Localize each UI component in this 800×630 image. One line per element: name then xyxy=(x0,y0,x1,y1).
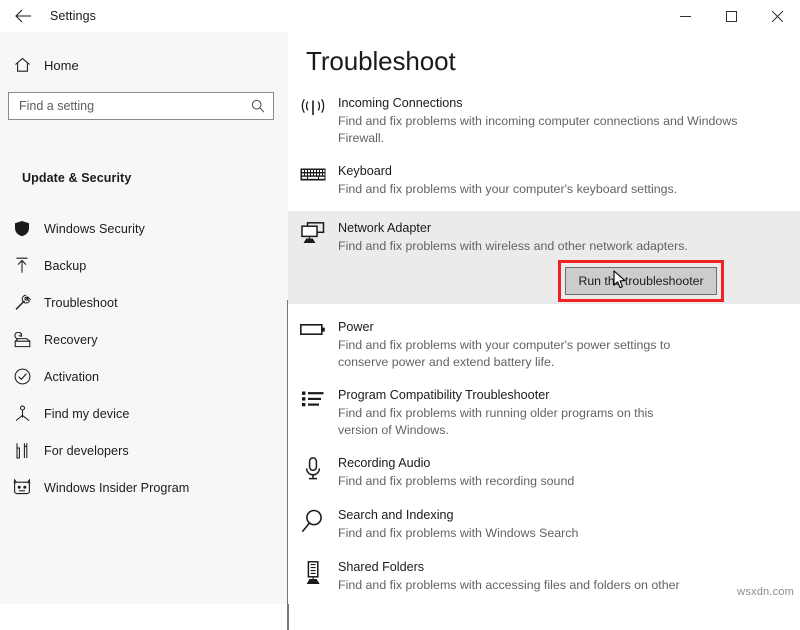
title-bar: Settings xyxy=(0,0,800,32)
sidebar-item-home[interactable]: Home xyxy=(0,48,288,82)
troubleshooter-description: Find and fix problems with accessing fil… xyxy=(338,578,680,592)
run-the-troubleshooter-button[interactable]: Run the troubleshooter xyxy=(565,267,717,295)
troubleshooter-item-incoming-connections[interactable]: Incoming Connections Find and fix proble… xyxy=(288,90,800,151)
sidebar: Home Update & Security Windows Security xyxy=(0,32,289,630)
troubleshooter-description: Find and fix problems with Windows Searc… xyxy=(338,525,579,540)
troubleshooter-name: Network Adapter xyxy=(338,220,432,235)
troubleshooter-description: Find and fix problems with wireless and … xyxy=(338,238,688,253)
troubleshooter-name: Incoming Connections xyxy=(338,96,463,110)
troubleshooter-name: Search and Indexing xyxy=(338,507,454,522)
mouse-cursor-icon xyxy=(613,270,627,290)
shield-icon xyxy=(0,220,44,237)
troubleshooter-name: Power xyxy=(338,320,374,334)
sidebar-item-label: Recovery xyxy=(44,332,98,347)
troubleshooter-item-network-adapter[interactable]: Network Adapter Find and fix problems wi… xyxy=(288,210,800,256)
troubleshooter-action-row: Run the troubleshooter xyxy=(288,256,800,304)
troubleshooter-description: Find and fix problems with running older… xyxy=(338,406,654,437)
troubleshooter-name: Shared Folders xyxy=(338,560,425,574)
troubleshooter-item-shared-folders[interactable]: Shared Folders Find and fix problems wit… xyxy=(288,554,800,599)
sidebar-item-for-developers[interactable]: For developers xyxy=(0,432,288,469)
troubleshooter-item-search-and-indexing[interactable]: Search and Indexing Find and fix problem… xyxy=(288,502,800,547)
main-content: Troubleshoot Incoming Connections Find a… xyxy=(288,32,800,604)
troubleshooter-name: Recording Audio xyxy=(338,456,431,470)
battery-icon xyxy=(288,319,338,370)
close-icon xyxy=(771,10,783,22)
shared-folders-icon xyxy=(288,559,338,594)
sidebar-item-label: Troubleshoot xyxy=(44,295,118,310)
sidebar-nav-list: Windows Security Backup Troubleshoot Rec… xyxy=(0,210,288,506)
troubleshooter-item-keyboard[interactable]: Keyboard Find and fix problems with your… xyxy=(288,158,800,203)
magnifier-icon xyxy=(288,507,338,542)
sidebar-item-recovery[interactable]: Recovery xyxy=(0,321,288,358)
troubleshooter-description: Find and fix problems with your computer… xyxy=(338,338,671,369)
sidebar-item-label: For developers xyxy=(44,443,129,458)
troubleshooter-name: Keyboard xyxy=(338,164,392,178)
troubleshooter-description: Find and fix problems with recording sou… xyxy=(338,474,575,488)
troubleshooter-item-recording-audio[interactable]: Recording Audio Find and fix problems wi… xyxy=(288,450,800,495)
troubleshooter-description: Find and fix problems with your computer… xyxy=(338,182,678,196)
settings-window: Settings Home Find a setting Update & Se… xyxy=(0,0,800,630)
sidebar-item-label: Windows Insider Program xyxy=(44,480,190,495)
list-icon xyxy=(288,387,338,438)
close-button[interactable] xyxy=(754,0,800,32)
sidebar-item-label: Windows Security xyxy=(44,221,145,236)
developer-tools-icon xyxy=(0,442,44,459)
sidebar-home-label: Home xyxy=(44,57,79,73)
troubleshooter-item-program-compatibility[interactable]: Program Compatibility Troubleshooter Fin… xyxy=(288,382,800,443)
troubleshooter-list: Incoming Connections Find and fix proble… xyxy=(288,90,800,599)
maximize-button[interactable] xyxy=(708,0,754,32)
sidebar-item-backup[interactable]: Backup xyxy=(0,247,288,284)
watermark: wsxdn.com xyxy=(737,586,794,598)
troubleshooter-name: Program Compatibility Troubleshooter xyxy=(338,388,550,402)
sidebar-item-troubleshoot[interactable]: Troubleshoot xyxy=(0,284,288,321)
recovery-icon xyxy=(0,331,44,348)
upload-arrow-icon xyxy=(0,257,44,274)
page-title: Troubleshoot xyxy=(306,46,456,76)
check-circle-icon xyxy=(0,368,44,385)
sidebar-item-find-my-device[interactable]: Find my device xyxy=(0,395,288,432)
sidebar-item-windows-security[interactable]: Windows Security xyxy=(0,210,288,247)
home-icon xyxy=(0,57,44,73)
insider-icon xyxy=(0,479,44,496)
back-arrow-icon xyxy=(14,9,32,23)
search-icon xyxy=(243,99,273,113)
troubleshooter-selected-group: Network Adapter Find and fix problems wi… xyxy=(288,210,800,304)
broadcast-icon xyxy=(288,95,338,146)
troubleshooter-description: Find and fix problems with incoming comp… xyxy=(338,114,738,145)
sidebar-item-label: Activation xyxy=(44,369,100,384)
microphone-icon xyxy=(288,455,338,490)
back-button[interactable] xyxy=(8,2,38,30)
window-title: Settings xyxy=(50,9,96,23)
find-device-icon xyxy=(0,405,44,422)
keyboard-icon xyxy=(288,163,338,198)
network-adapter-icon xyxy=(288,220,338,255)
sidebar-group-heading: Update & Security xyxy=(22,171,132,185)
wrench-icon xyxy=(0,294,44,311)
sidebar-item-windows-insider-program[interactable]: Windows Insider Program xyxy=(0,469,288,506)
search-input[interactable] xyxy=(9,99,243,113)
minimize-icon xyxy=(679,11,691,22)
sidebar-item-activation[interactable]: Activation xyxy=(0,358,288,395)
window-controls xyxy=(662,0,800,32)
troubleshooter-item-power[interactable]: Power Find and fix problems with your co… xyxy=(288,314,800,375)
search-box[interactable] xyxy=(8,92,274,120)
sidebar-item-label: Backup xyxy=(44,258,87,273)
sidebar-item-label: Find my device xyxy=(44,406,130,421)
maximize-icon xyxy=(725,10,737,22)
minimize-button[interactable] xyxy=(662,0,708,32)
